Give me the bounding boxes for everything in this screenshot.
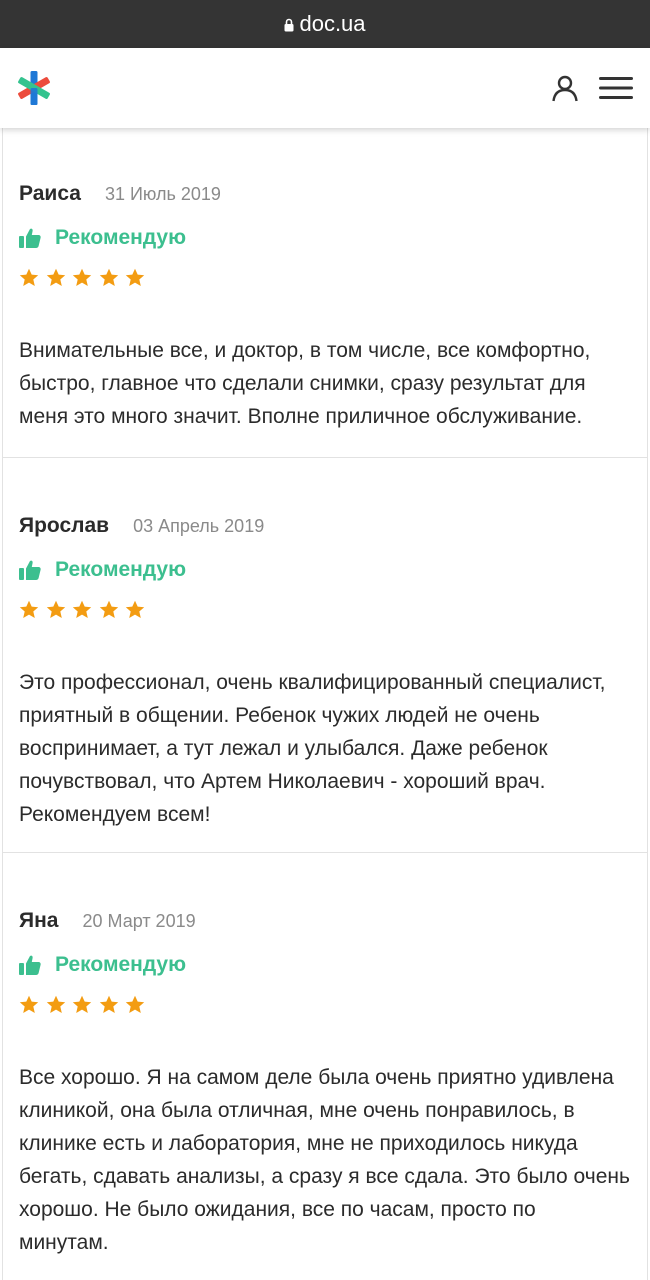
- star-icon: [19, 268, 39, 286]
- star-icon: [99, 600, 118, 618]
- star-icon: [46, 995, 65, 1013]
- review-date: 31 Июль 2019: [104, 184, 221, 204]
- star-icon: [72, 600, 92, 618]
- review-text: Это профессионал, очень квалифицированны…: [19, 671, 606, 826]
- star-rating: [19, 268, 631, 288]
- recommend-label: Рекомендую: [55, 953, 187, 976]
- hamburger-menu-icon[interactable]: [598, 75, 634, 101]
- star-icon: [46, 268, 65, 286]
- star-rating: [19, 600, 631, 620]
- browser-url-bar[interactable]: doc.ua: [0, 0, 650, 48]
- review-header: Раиса 31 Июль 2019: [19, 182, 631, 206]
- review-header: Ярослав 03 Апрель 2019: [19, 514, 631, 538]
- thumbs-up-icon: [19, 955, 41, 975]
- recommend-badge: Рекомендую: [19, 226, 631, 250]
- recommend-badge: Рекомендую: [19, 953, 631, 977]
- review-author: Яна: [19, 909, 59, 932]
- header-actions: [550, 73, 634, 103]
- star-icon: [99, 995, 118, 1013]
- star-icon: [19, 600, 39, 618]
- star-icon: [72, 995, 92, 1013]
- star-icon: [46, 600, 65, 618]
- star-rating: [19, 995, 631, 1015]
- review-text: Все хорошо. Я на самом деле была очень п…: [19, 1066, 630, 1254]
- review-header: Яна 20 Март 2019: [19, 909, 631, 933]
- review-card: Ярослав 03 Апрель 2019 Рекомендую Это пр…: [2, 458, 648, 853]
- review-date: 03 Апрель 2019: [133, 516, 265, 536]
- review-text: Внимательные все, и доктор, в том числе,…: [19, 339, 591, 428]
- review-card: Раиса 31 Июль 2019 Рекомендую Внимательн…: [2, 128, 648, 458]
- user-icon[interactable]: [550, 73, 580, 103]
- review-author: Раиса: [19, 182, 81, 205]
- reviews-list: Раиса 31 Июль 2019 Рекомендую Внимательн…: [0, 128, 650, 1280]
- recommend-label: Рекомендую: [55, 226, 187, 249]
- url-text: doc.ua: [299, 11, 366, 36]
- asterisk-logo-icon[interactable]: [16, 70, 52, 106]
- recommend-badge: Рекомендую: [19, 558, 631, 582]
- star-icon: [72, 268, 92, 286]
- star-icon: [125, 995, 145, 1013]
- review-date: 20 Март 2019: [82, 911, 196, 931]
- star-icon: [19, 995, 39, 1013]
- lock-icon: [284, 18, 294, 32]
- star-icon: [99, 268, 118, 286]
- recommend-label: Рекомендую: [55, 558, 187, 581]
- review-author: Ярослав: [19, 514, 110, 537]
- thumbs-up-icon: [19, 228, 41, 248]
- review-card: Яна 20 Март 2019 Рекомендую Все хорошо. …: [2, 853, 648, 1280]
- url-display[interactable]: doc.ua: [284, 11, 366, 37]
- thumbs-up-icon: [19, 560, 41, 580]
- star-icon: [125, 268, 145, 286]
- star-icon: [125, 600, 145, 618]
- site-header: [0, 48, 650, 128]
